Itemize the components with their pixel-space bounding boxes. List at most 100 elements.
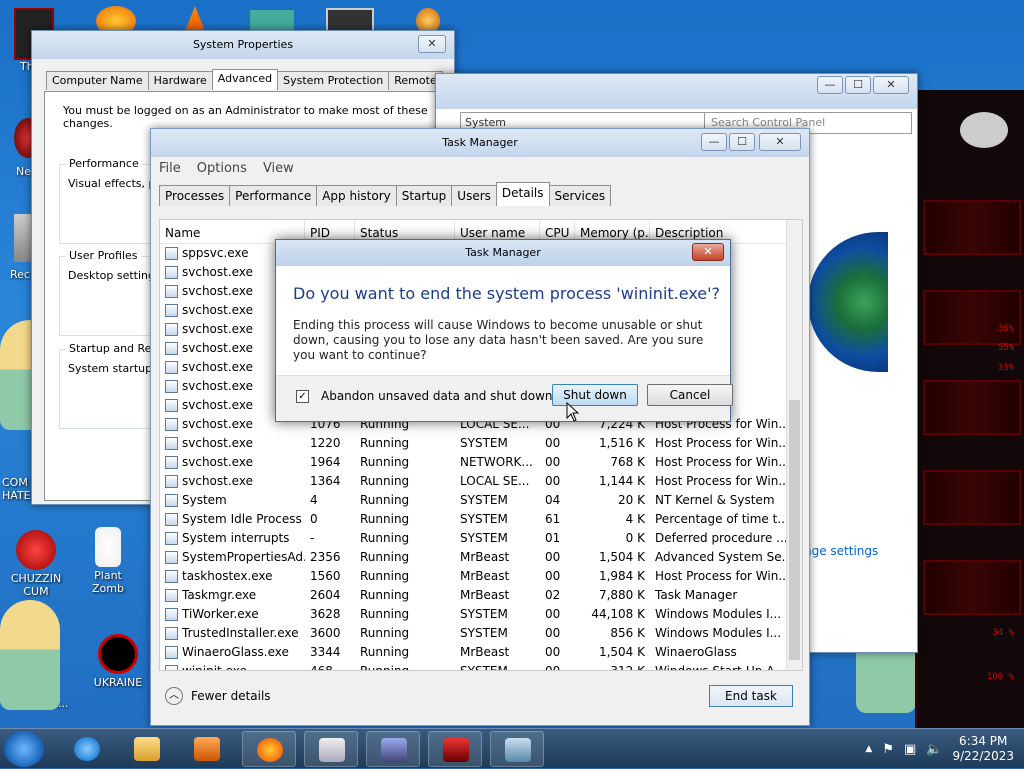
cell-text: taskhostex.exe <box>182 569 273 583</box>
tab-details[interactable]: Details <box>495 182 550 206</box>
cell-text: 768 K <box>610 455 645 469</box>
menu-file[interactable]: File <box>159 161 181 176</box>
wallpaper-percent: 100 % <box>986 672 1014 682</box>
control-panel-close-button[interactable]: ✕ <box>873 76 909 94</box>
cell-text: Running <box>360 493 410 507</box>
process-icon <box>165 418 178 431</box>
task-manager-close-button[interactable]: ✕ <box>759 133 801 151</box>
scrollbar-thumb[interactable] <box>789 400 800 660</box>
cell-text: svchost.exe <box>182 417 253 431</box>
table-row[interactable]: System interrupts - Running SYSTEM 01 0 K Defe… <box>160 529 802 548</box>
cell-text: 0 <box>310 512 318 526</box>
shut-down-button[interactable]: Shut down <box>552 384 638 406</box>
cell-mem: 0 K <box>575 529 650 548</box>
table-row[interactable]: WinaeroGlass.exe 3344 Running MrBeast 00 1,50… <box>160 643 802 662</box>
desktop-icon-plants[interactable]: Plant Zomb <box>90 527 126 595</box>
desktop-icon-chuzzin[interactable]: CHUZZIN CUM <box>6 530 66 598</box>
task-manager-maximize-button[interactable]: ☐ <box>729 133 755 151</box>
tab-users[interactable]: Users <box>451 185 497 206</box>
dialog-question: Do you want to end the system process 'w… <box>293 284 721 303</box>
taskbar-perfmon[interactable] <box>304 731 358 767</box>
control-panel-maximize-button[interactable]: ☐ <box>845 76 871 94</box>
table-row[interactable]: TiWorker.exe 3628 Running SYSTEM 00 44,108 K W… <box>160 605 802 624</box>
change-settings-link[interactable]: nge settings <box>804 544 878 558</box>
task-manager-titlebar[interactable]: Task Manager — ☐ ✕ <box>151 129 809 157</box>
cell-text: 02 <box>545 588 561 602</box>
control-panel-minimize-button[interactable]: — <box>817 76 843 94</box>
menu-options[interactable]: Options <box>197 161 247 176</box>
action-center-flag-icon[interactable]: ⚑ <box>882 742 894 757</box>
taskbar-controlpanel[interactable] <box>366 731 420 767</box>
table-row[interactable]: svchost.exe 1964 Running NETWORK... 00 768 K H… <box>160 453 802 472</box>
table-row[interactable]: TrustedInstaller.exe 3600 Running SYSTEM 00 8… <box>160 624 802 643</box>
taskbar-sysprops[interactable] <box>490 731 544 767</box>
table-row[interactable]: System 4 Running SYSTEM 04 20 K NT Kernel & Sy… <box>160 491 802 510</box>
volume-icon[interactable]: 🔈 <box>926 742 942 757</box>
taskbar-media[interactable] <box>180 731 234 767</box>
cell-text: 1,984 K <box>598 569 645 583</box>
cell-text: 01 <box>545 531 561 545</box>
cell-status: Running <box>355 472 455 491</box>
abandon-data-label[interactable]: Abandon unsaved data and shut down. <box>321 389 556 403</box>
cell-user: SYSTEM <box>455 529 540 548</box>
cell-desc: Windows Modules I... <box>650 605 788 624</box>
clock-date: 9/22/2023 <box>952 749 1014 763</box>
process-icon <box>165 304 178 317</box>
cell-text: TrustedInstaller.exe <box>182 626 299 640</box>
abandon-data-checkbox[interactable]: ✓ <box>296 390 309 403</box>
dialog-close-button[interactable]: ✕ <box>692 243 724 261</box>
table-row[interactable]: svchost.exe 1364 Running LOCAL SE... 00 1,144… <box>160 472 802 491</box>
start-button[interactable] <box>4 731 44 767</box>
cell-text: 3344 <box>310 645 341 659</box>
cell-cpu: 02 <box>540 586 575 605</box>
tab-system-protection[interactable]: System Protection <box>277 71 390 90</box>
cell-text: svchost.exe <box>182 322 253 336</box>
tab-advanced[interactable]: Advanced <box>211 69 279 90</box>
process-list-scrollbar[interactable] <box>786 220 802 670</box>
tab-startup[interactable]: Startup <box>395 185 453 206</box>
cancel-button[interactable]: Cancel <box>647 384 733 406</box>
system-properties-close-button[interactable]: ✕ <box>418 35 446 53</box>
clock[interactable]: 6:34 PM 9/22/2023 <box>952 734 1014 764</box>
table-row[interactable]: taskhostex.exe 1560 Running MrBeast 00 1,984 … <box>160 567 802 586</box>
cell-text: svchost.exe <box>182 284 253 298</box>
taskbar-game[interactable] <box>428 731 482 767</box>
control-panel-titlebar[interactable]: — ☐ ✕ <box>436 74 917 109</box>
taskbar-firefox[interactable] <box>242 731 296 767</box>
menu-view[interactable]: View <box>263 161 294 176</box>
cell-text: SYSTEM <box>460 512 508 526</box>
system-properties-title: System Properties <box>192 38 294 51</box>
dialog-message: Ending this process will cause Windows t… <box>293 318 704 362</box>
table-row[interactable]: Taskmgr.exe 2604 Running MrBeast 02 7,880 K Ta… <box>160 586 802 605</box>
desktop-icon-ukraine[interactable]: UKRAINE <box>88 634 148 689</box>
tab-app-history[interactable]: App history <box>316 185 397 206</box>
cell-desc: Advanced System Se... <box>650 548 788 567</box>
network-icon[interactable]: ▣ <box>904 742 916 757</box>
table-row[interactable]: SystemPropertiesAd... 2356 Running MrBeast 0… <box>160 548 802 567</box>
cell-text: svchost.exe <box>182 436 253 450</box>
table-row[interactable]: svchost.exe 1220 Running SYSTEM 00 1,516 K Hos… <box>160 434 802 453</box>
system-properties-titlebar[interactable]: System Properties ✕ <box>32 31 454 59</box>
tab-hardware[interactable]: Hardware <box>147 71 213 90</box>
tray-expand-icon[interactable]: ▲ <box>865 744 872 754</box>
tab-performance[interactable]: Performance <box>229 185 318 206</box>
end-task-button[interactable]: End task <box>709 685 793 707</box>
table-row[interactable]: System Idle Process 0 Running SYSTEM 61 4 K Pe… <box>160 510 802 529</box>
task-manager-minimize-button[interactable]: — <box>701 133 727 151</box>
cell-text: wininit.exe <box>182 664 247 671</box>
cell-mem: 1,984 K <box>575 567 650 586</box>
cell-pid: 1364 <box>305 472 355 491</box>
fewer-details-toggle[interactable]: ︿ Fewer details <box>165 687 271 705</box>
table-row[interactable]: wininit.exe 468 Running SYSTEM 00 312 K Window… <box>160 662 802 671</box>
cell-user: SYSTEM <box>455 624 540 643</box>
dialog-titlebar[interactable]: Task Manager ✕ <box>276 240 730 266</box>
process-icon <box>165 361 178 374</box>
taskbar-explorer[interactable] <box>120 731 174 767</box>
system-properties-icon <box>505 738 531 762</box>
tab-services[interactable]: Services <box>548 185 612 206</box>
tab-computer-name[interactable]: Computer Name <box>46 71 149 90</box>
tab-processes[interactable]: Processes <box>159 185 231 206</box>
taskbar-ie[interactable] <box>60 731 114 767</box>
cell-text: 00 <box>545 607 561 621</box>
cell-status: Running <box>355 624 455 643</box>
